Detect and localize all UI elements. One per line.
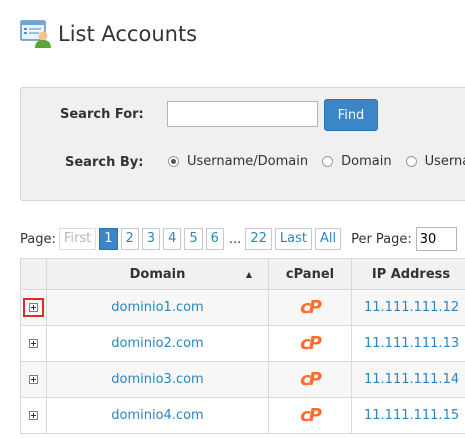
ip-column-header[interactable]: IP Address — [351, 258, 465, 290]
page-button-4[interactable]: 4 — [163, 228, 182, 250]
domain-link[interactable]: dominio4.com — [46, 397, 269, 434]
radio-username-domain-label[interactable]: Username/Domain — [187, 154, 308, 169]
pagination-bar: Page: First 1 2 3 4 5 6 ... 22 Last All … — [20, 227, 465, 251]
per-page-label: Per Page: — [351, 231, 412, 247]
radio-domain[interactable] — [322, 156, 334, 167]
first-page-button[interactable]: First — [58, 228, 97, 250]
domain-link[interactable]: dominio1.com — [46, 289, 269, 326]
expand-row-icon[interactable] — [29, 375, 38, 384]
page-button-6[interactable]: 6 — [205, 228, 224, 250]
ip-address-link[interactable]: 11.111.111.14 — [351, 361, 465, 398]
radio-username-domain[interactable] — [168, 156, 179, 167]
per-page-input[interactable] — [415, 227, 457, 251]
list-accounts-icon — [20, 19, 52, 49]
ip-address-link[interactable]: 11.111.111.13 — [351, 325, 465, 362]
cpanel-logo-icon[interactable]: cP — [300, 369, 322, 390]
radio-username[interactable] — [405, 156, 417, 167]
domain-column-header[interactable]: Domain ▲ — [46, 258, 269, 290]
domain-link[interactable]: dominio3.com — [46, 361, 269, 398]
cpanel-column-header[interactable]: cPanel — [268, 258, 352, 290]
page-header: List Accounts — [20, 18, 197, 50]
ip-address-link[interactable]: 11.111.111.15 — [351, 397, 465, 434]
page-label: Page: — [20, 231, 56, 247]
expand-highlight — [23, 298, 44, 317]
page-ellipsis: ... — [228, 231, 242, 247]
table-header-row: Domain ▲ cPanel IP Address — [20, 258, 465, 290]
page-button-2[interactable]: 2 — [120, 228, 139, 250]
all-pages-button[interactable]: All — [314, 228, 342, 250]
domain-link[interactable]: dominio2.com — [46, 325, 269, 362]
domain-column-label: Domain — [129, 266, 186, 282]
page-button-5[interactable]: 5 — [184, 228, 203, 250]
page-button-22[interactable]: 22 — [245, 228, 272, 250]
table-row: dominio4.com cP 11.111.111.15 — [20, 397, 465, 434]
page-button-1[interactable]: 1 — [99, 228, 118, 250]
expand-row-icon[interactable] — [29, 303, 38, 312]
search-by-options: Username/Domain Domain Userna — [168, 154, 465, 169]
sort-ascending-icon: ▲ — [245, 270, 252, 279]
cpanel-logo-icon[interactable]: cP — [300, 405, 322, 426]
search-by-label: Search By: — [65, 155, 144, 170]
search-panel: Search For: Find Search By: Username/Dom… — [20, 87, 465, 201]
accounts-table: Domain ▲ cPanel IP Address dominio1.com … — [20, 258, 465, 434]
find-button[interactable]: Find — [324, 99, 378, 131]
radio-domain-label[interactable]: Domain — [341, 154, 391, 169]
expand-column-header — [20, 258, 47, 290]
cpanel-logo-icon[interactable]: cP — [300, 297, 322, 318]
cpanel-logo-icon[interactable]: cP — [300, 333, 322, 354]
search-for-label: Search For: — [60, 107, 144, 122]
page-title: List Accounts — [58, 22, 198, 46]
ip-address-link[interactable]: 11.111.111.12 — [351, 289, 465, 326]
page-button-3[interactable]: 3 — [141, 228, 161, 250]
radio-username-label[interactable]: Userna — [425, 154, 465, 169]
last-page-button[interactable]: Last — [274, 228, 312, 250]
table-row: dominio2.com cP 11.111.111.13 — [20, 325, 465, 362]
expand-row-icon[interactable] — [29, 411, 38, 420]
expand-row-icon[interactable] — [29, 339, 38, 348]
table-row: dominio1.com cP 11.111.111.12 — [20, 289, 465, 326]
table-row: dominio3.com cP 11.111.111.14 — [20, 361, 465, 398]
search-input[interactable] — [167, 101, 318, 127]
